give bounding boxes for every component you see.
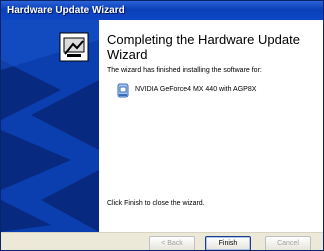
display-adapter-icon	[117, 83, 129, 99]
title-bar[interactable]: Hardware Update Wizard	[1, 1, 323, 20]
button-bar: < Back Finish Cancel	[1, 232, 323, 250]
window-title: Hardware Update Wizard	[7, 5, 125, 16]
finished-text: The wizard has finished installing the s…	[107, 67, 262, 74]
finish-hint: Click Finish to close the wizard.	[107, 200, 205, 207]
cancel-button[interactable]: Cancel	[265, 236, 311, 250]
page-heading: Completing the Hardware Update Wizard	[107, 32, 300, 62]
back-button[interactable]: < Back	[149, 236, 195, 250]
wizard-side-panel	[1, 20, 99, 232]
wizard-hardware-icon	[59, 32, 89, 62]
device-name: NVIDIA GeForce4 MX 440 with AGP8X	[135, 86, 257, 93]
wizard-content: Completing the Hardware Update Wizard Th…	[99, 20, 323, 232]
wizard-window: Hardware Update Wizard Completing the Ha…	[0, 0, 324, 251]
finish-button[interactable]: Finish	[205, 236, 251, 250]
